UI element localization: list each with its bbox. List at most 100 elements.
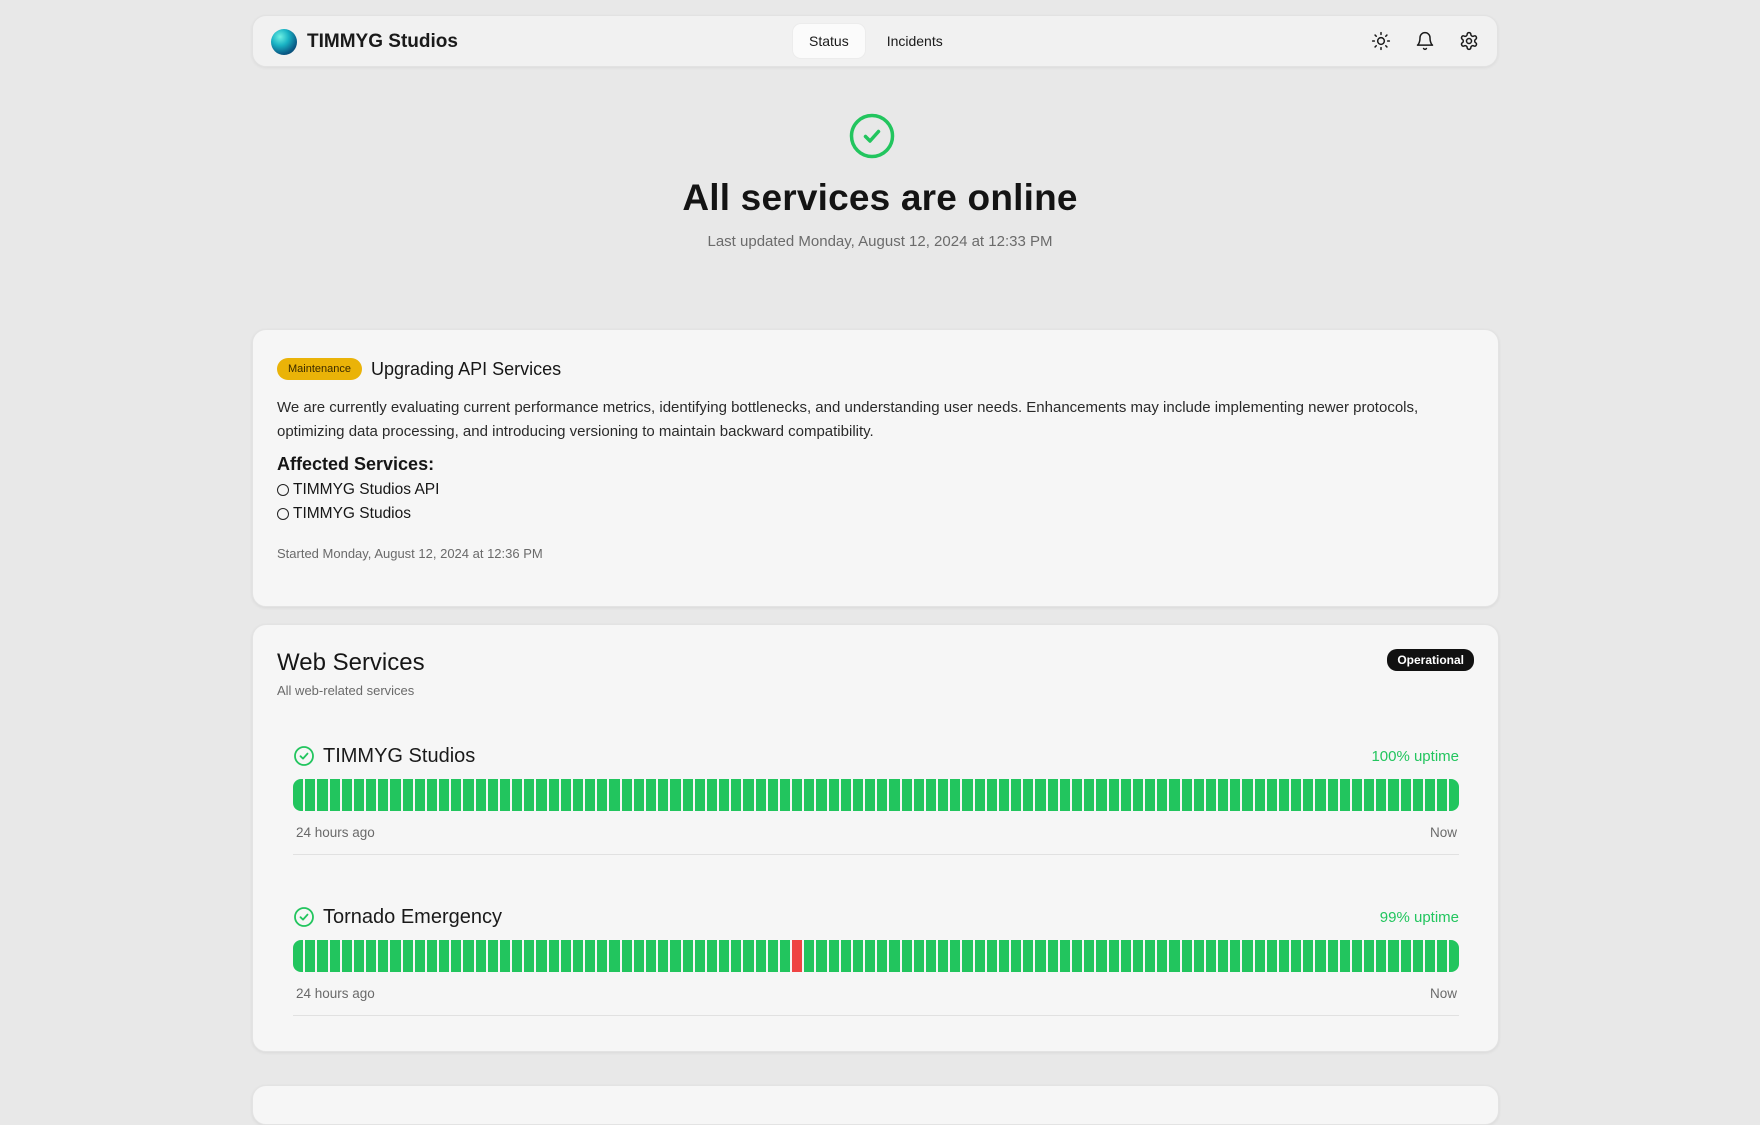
tab-status[interactable]: Status <box>793 24 865 58</box>
uptime-bar[interactable] <box>1084 779 1095 811</box>
uptime-bar[interactable] <box>694 940 705 972</box>
uptime-bar[interactable] <box>1096 779 1107 811</box>
uptime-bar[interactable] <box>816 779 827 811</box>
brand[interactable]: TIMMYG Studios <box>271 29 458 55</box>
theme-toggle-button[interactable] <box>1367 27 1395 55</box>
uptime-bar[interactable] <box>1145 940 1156 972</box>
uptime-bar[interactable] <box>1047 940 1058 972</box>
uptime-bar[interactable] <box>475 779 486 811</box>
uptime-bar[interactable] <box>305 940 316 972</box>
uptime-bar[interactable] <box>463 940 474 972</box>
uptime-bar[interactable] <box>487 940 498 972</box>
uptime-bar[interactable] <box>341 940 352 972</box>
uptime-bar[interactable] <box>767 779 778 811</box>
uptime-bar[interactable] <box>390 940 401 972</box>
uptime-bar[interactable] <box>670 779 681 811</box>
uptime-bar[interactable] <box>1376 940 1387 972</box>
uptime-bar[interactable] <box>1157 779 1168 811</box>
uptime-bar[interactable] <box>585 779 596 811</box>
uptime-bar[interactable] <box>1132 779 1144 811</box>
uptime-bar[interactable] <box>974 940 985 972</box>
uptime-bar[interactable] <box>913 940 924 972</box>
uptime-bar[interactable] <box>755 940 766 972</box>
uptime-bar[interactable] <box>998 940 1010 972</box>
uptime-bar[interactable] <box>938 779 949 811</box>
uptime-bar[interactable] <box>1035 940 1046 972</box>
uptime-bar[interactable] <box>1400 779 1411 811</box>
uptime-bar[interactable] <box>962 940 973 972</box>
uptime-bar[interactable] <box>767 940 778 972</box>
uptime-bar[interactable] <box>938 940 949 972</box>
uptime-bar[interactable] <box>1339 940 1350 972</box>
uptime-bar[interactable] <box>1169 940 1180 972</box>
uptime-bar[interactable] <box>402 779 413 811</box>
uptime-bar[interactable] <box>329 779 340 811</box>
uptime-bar[interactable] <box>414 940 425 972</box>
uptime-bar[interactable] <box>816 940 827 972</box>
uptime-bar[interactable] <box>1327 940 1338 972</box>
uptime-bar[interactable] <box>1254 779 1265 811</box>
uptime-bar[interactable] <box>1084 940 1095 972</box>
uptime-bar[interactable] <box>1193 779 1204 811</box>
uptime-bar[interactable] <box>779 779 791 811</box>
uptime-bar[interactable] <box>719 940 730 972</box>
uptime-bar[interactable] <box>293 940 304 972</box>
uptime-bar[interactable] <box>950 779 961 811</box>
uptime-bar[interactable] <box>743 940 754 972</box>
uptime-bar[interactable] <box>804 940 815 972</box>
uptime-bar[interactable] <box>743 779 754 811</box>
uptime-bar[interactable] <box>840 940 851 972</box>
uptime-bar[interactable] <box>1169 779 1180 811</box>
uptime-bar[interactable] <box>1315 940 1326 972</box>
uptime-bar[interactable] <box>1181 779 1192 811</box>
uptime-bar[interactable] <box>901 779 912 811</box>
uptime-bar[interactable] <box>451 940 462 972</box>
uptime-bar[interactable] <box>1011 940 1022 972</box>
uptime-bar[interactable] <box>889 940 900 972</box>
uptime-bar[interactable] <box>1242 779 1253 811</box>
uptime-bar[interactable] <box>329 940 340 972</box>
uptime-bar[interactable] <box>597 940 608 972</box>
uptime-bar[interactable] <box>645 779 657 811</box>
uptime-bar[interactable] <box>694 779 705 811</box>
uptime-bar[interactable] <box>1218 940 1229 972</box>
uptime-bar[interactable] <box>1096 940 1107 972</box>
uptime-bar[interactable] <box>706 779 718 811</box>
uptime-bar[interactable] <box>366 940 377 972</box>
uptime-bar[interactable] <box>609 779 620 811</box>
uptime-bar[interactable] <box>986 779 997 811</box>
uptime-bar[interactable] <box>731 779 742 811</box>
uptime-bar[interactable] <box>682 940 693 972</box>
uptime-bar[interactable] <box>877 779 888 811</box>
uptime-bar[interactable] <box>1364 779 1375 811</box>
uptime-bar[interactable] <box>1412 940 1423 972</box>
uptime-bar[interactable] <box>475 940 486 972</box>
uptime-bar[interactable] <box>1351 779 1363 811</box>
uptime-bar[interactable] <box>1412 779 1423 811</box>
uptime-bar[interactable] <box>670 940 681 972</box>
uptime-bar[interactable] <box>1437 940 1448 972</box>
uptime-bar[interactable] <box>828 940 839 972</box>
uptime-bar[interactable] <box>426 940 438 972</box>
uptime-bar[interactable] <box>1011 779 1022 811</box>
uptime-bar[interactable] <box>609 940 620 972</box>
uptime-bar[interactable] <box>1291 779 1302 811</box>
uptime-bar[interactable] <box>548 779 559 811</box>
uptime-bar-down[interactable] <box>792 940 803 972</box>
uptime-bar[interactable] <box>1108 940 1119 972</box>
uptime-bar[interactable] <box>1035 779 1046 811</box>
uptime-bar[interactable] <box>1218 779 1229 811</box>
uptime-bar[interactable] <box>889 779 900 811</box>
uptime-bar[interactable] <box>499 940 511 972</box>
uptime-bar[interactable] <box>597 779 608 811</box>
uptime-bar[interactable] <box>353 779 365 811</box>
uptime-bar[interactable] <box>293 779 304 811</box>
uptime-bar[interactable] <box>463 779 474 811</box>
uptime-bar[interactable] <box>1242 940 1253 972</box>
uptime-bar[interactable] <box>877 940 888 972</box>
uptime-bar[interactable] <box>439 779 450 811</box>
uptime-bar[interactable] <box>658 940 669 972</box>
uptime-bar[interactable] <box>353 940 365 972</box>
uptime-bar[interactable] <box>1351 940 1363 972</box>
uptime-bar[interactable] <box>1205 940 1217 972</box>
